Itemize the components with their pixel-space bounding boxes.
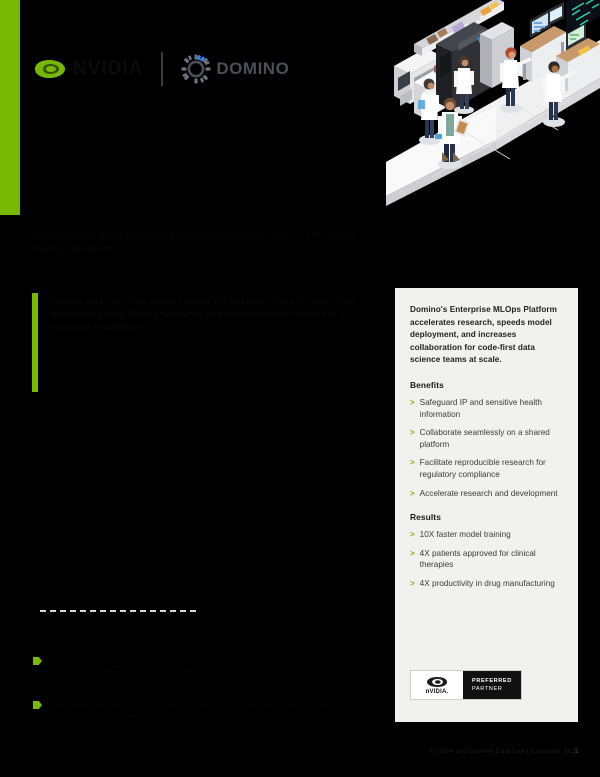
chevron-right-icon [33, 657, 42, 665]
chevron-right-icon: > [410, 458, 415, 468]
body-outcome-list: Researchers self-serve compute on demand… [33, 655, 363, 743]
panel-intro-text: Domino's Enterprise MLOps Platform accel… [410, 305, 557, 365]
results-list: > 10X faster model training > 4X patient… [410, 529, 563, 589]
pull-quote-accent-bar [32, 293, 38, 392]
chevron-right-icon [33, 701, 42, 709]
chevron-right-icon: > [410, 428, 415, 438]
body-paragraph: Centralized environment management, vers… [33, 546, 349, 567]
list-item: > Accelerate research and development [410, 488, 558, 498]
body-paragraph: Data science teams often work in siloed … [33, 441, 367, 462]
chevron-right-icon: > [410, 488, 415, 498]
pull-quote-text: Domino gives our data science teams the … [50, 296, 356, 332]
chevron-right-icon: > [410, 530, 415, 540]
badge-partner-side: PREFERRED PARTNER [463, 671, 521, 699]
list-item: > 4X patients approved for clinical ther… [410, 548, 536, 570]
page-number: 1 [574, 748, 578, 755]
chevron-right-icon: > [410, 578, 415, 588]
footer-text: NVIDIA and Domino Data Lab | Customer St… [430, 748, 580, 755]
isometric-laboratory-illustration [380, 0, 600, 218]
list-item: > Facilitate reproducible research for r… [410, 458, 546, 479]
domino-logo: DOMINO [181, 54, 289, 84]
domino-wordmark: DOMINO [216, 59, 290, 78]
list-item: > 4X productivity in drug manufacturing [410, 578, 555, 588]
dashed-divider [40, 610, 200, 612]
left-accent-bar [0, 0, 20, 215]
body-paragraph: Life sciences organizations are under in… [33, 401, 364, 422]
badge-nvidia-wordmark: nVIDIA. [425, 688, 449, 695]
nvidia-eye-icon [33, 58, 67, 80]
pull-quote: Domino gives our data science teams the … [32, 293, 372, 392]
results-heading: Results [410, 512, 441, 523]
chevron-right-icon: > [410, 548, 415, 558]
list-item: Researchers self-serve compute on demand… [33, 655, 363, 677]
badge-nvidia-side: nVIDIA. [411, 671, 463, 699]
domino-gear-icon [181, 54, 211, 84]
list-item: > Safeguard IP and sensitive health info… [410, 397, 542, 419]
sidebar-panel: Domino's Enterprise MLOps Platform accel… [395, 288, 578, 722]
list-item: Governance, reproducibility and collabor… [33, 699, 363, 721]
benefits-list: > Safeguard IP and sensitive health info… [410, 397, 563, 499]
nvidia-eye-icon [426, 676, 448, 688]
nvidia-wordmark: NVIDIA [73, 58, 144, 79]
header-logo-lockup: NVIDIA DOMINO [33, 48, 289, 90]
list-item: > Collaborate seamlessly on a shared pla… [410, 428, 550, 449]
badge-line-2: PARTNER [472, 685, 503, 692]
nvidia-preferred-partner-badge: nVIDIA. PREFERRED PARTNER [410, 670, 522, 700]
badge-line-1: PREFERRED [472, 677, 512, 684]
body-headline: Accelerating drug discovery and developm… [33, 229, 357, 255]
body-paragraph: By standardizing on a single enterprise … [33, 491, 367, 512]
chevron-right-icon: > [410, 397, 415, 407]
benefits-heading: Benefits [410, 379, 444, 390]
header-divider [161, 52, 164, 86]
list-item: > 10X faster model training [410, 530, 511, 540]
nvidia-logo: NVIDIA [33, 58, 143, 80]
